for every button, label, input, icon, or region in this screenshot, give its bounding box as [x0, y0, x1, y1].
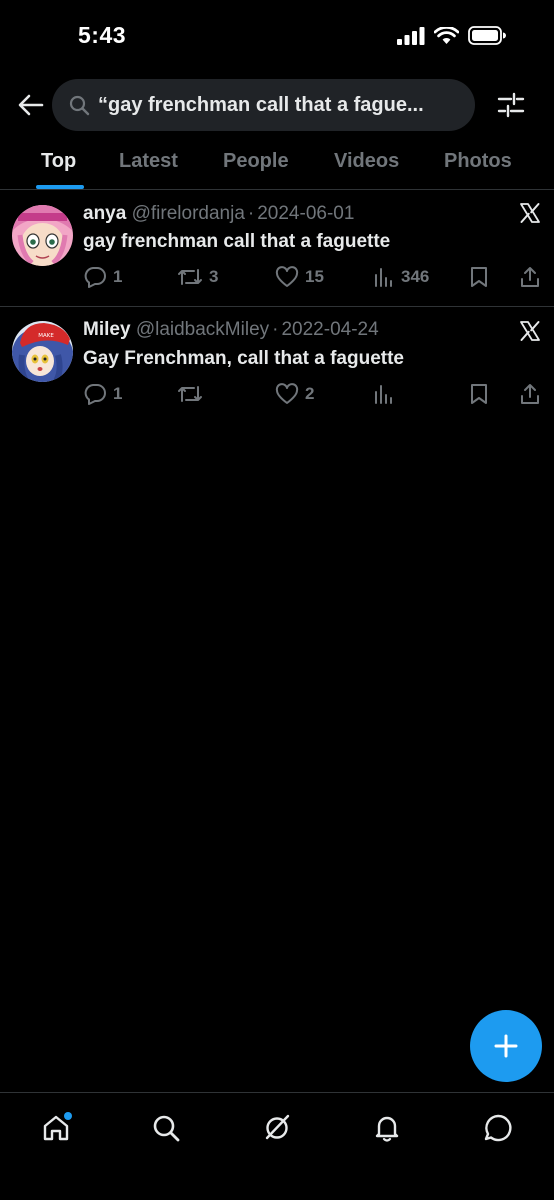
reply-button[interactable]: 1 [83, 383, 122, 405]
speech-bubble-icon [84, 384, 106, 405]
arrow-left-icon [18, 94, 44, 116]
battery-icon [468, 26, 506, 45]
tweet-item[interactable]: anya @firelordanja · 2024-06-01 gay french… [0, 191, 554, 307]
tab-people[interactable]: People [223, 150, 289, 173]
tweet-separator: · [272, 319, 279, 340]
compose-button[interactable] [470, 1010, 542, 1082]
reply-count: 1 [113, 384, 123, 403]
nav-home[interactable] [39, 1111, 73, 1145]
share-button[interactable] [519, 383, 541, 405]
nav-search[interactable] [149, 1111, 183, 1145]
speech-bubble-icon [84, 267, 106, 288]
message-icon [484, 1114, 512, 1142]
like-count: 2 [305, 384, 315, 403]
share-icon [521, 267, 539, 287]
tweet-date: 2024-06-01 [257, 203, 355, 224]
tweet-author-handle[interactable]: @firelordanja [132, 203, 245, 224]
avatar-anime-girl-image: MAKE [12, 321, 73, 382]
avatar-anime-girl-image [12, 205, 73, 266]
retweet-button[interactable]: 3 [177, 266, 218, 288]
search-input[interactable]: “gay frenchman call that a fague... [52, 79, 475, 131]
share-button[interactable] [519, 266, 541, 288]
tweet-author-name[interactable]: Miley [83, 319, 131, 340]
search-header: “gay frenchman call that a fague... [0, 78, 554, 132]
bottom-navigation [0, 1092, 554, 1200]
back-button[interactable] [16, 90, 46, 120]
views-button[interactable] [373, 383, 401, 405]
home-notification-dot [64, 1112, 72, 1120]
reply-button[interactable]: 1 [83, 266, 122, 288]
search-tabs: Top Latest People Videos Photos [0, 138, 554, 190]
tab-videos[interactable]: Videos [334, 150, 399, 173]
tab-photos[interactable]: Photos [444, 150, 512, 173]
status-bar: 5:43 [0, 0, 554, 72]
view-count: 346 [401, 267, 430, 286]
retweet-button[interactable] [177, 383, 209, 405]
heart-icon [275, 383, 299, 404]
retweet-icon [178, 269, 202, 285]
bell-icon [375, 1116, 399, 1142]
cellular-signal-icon [397, 26, 425, 45]
bookmark-icon [471, 267, 487, 287]
bar-chart-icon [375, 268, 392, 287]
search-filter-button[interactable] [496, 90, 526, 120]
avatar[interactable]: MAKE [12, 321, 73, 382]
active-tab-indicator [36, 185, 84, 189]
search-icon [69, 95, 90, 116]
tweet-actions: 1 3 15 346 [83, 266, 543, 292]
like-button[interactable]: 15 [275, 266, 324, 288]
tweet-header: anya @firelordanja · 2024-06-01 [83, 203, 354, 225]
bookmark-icon [471, 384, 487, 404]
sliders-icon [497, 92, 525, 118]
avatar[interactable] [12, 205, 73, 266]
tweet-date: 2022-04-24 [281, 319, 379, 340]
heart-icon [275, 266, 299, 287]
tweet-author-name[interactable]: anya [83, 203, 126, 224]
bookmark-button[interactable] [469, 266, 489, 288]
reply-count: 1 [113, 267, 123, 286]
views-button[interactable]: 346 [373, 266, 429, 288]
like-count: 15 [305, 267, 324, 286]
search-icon [153, 1115, 180, 1142]
tweet-separator: · [247, 203, 255, 224]
svg-text:MAKE: MAKE [38, 333, 54, 339]
tweet-item[interactable]: MAKE Miley @laidbackMiley · 2022-04-24 Gay… [0, 307, 554, 419]
wifi-icon [434, 26, 459, 44]
x-logo-icon [520, 203, 540, 223]
grok-icon [265, 1114, 290, 1140]
retweet-icon [178, 386, 202, 402]
tweet-author-handle[interactable]: @laidbackMiley [136, 319, 269, 340]
tweet-actions: 1 2 [83, 383, 543, 409]
search-query: “gay frenchman call that a fague... [98, 93, 424, 116]
bookmark-button[interactable] [469, 383, 489, 405]
like-button[interactable]: 2 [275, 383, 314, 405]
retweet-count: 3 [209, 267, 219, 286]
tab-top[interactable]: Top [41, 150, 76, 173]
tweet-text: Gay Frenchman, call that a faguette [83, 348, 404, 369]
nav-notifications[interactable] [370, 1111, 404, 1145]
share-icon [521, 384, 539, 404]
plus-icon [494, 1034, 518, 1058]
nav-grok[interactable] [260, 1111, 294, 1145]
tab-latest[interactable]: Latest [119, 150, 178, 173]
tweet-text: gay frenchman call that a faguette [83, 231, 391, 252]
bar-chart-icon [375, 385, 392, 404]
x-logo-icon [520, 321, 540, 341]
status-time: 5:43 [78, 22, 127, 48]
nav-messages[interactable] [481, 1111, 515, 1145]
tweet-header: Miley @laidbackMiley · 2022-04-24 [83, 319, 379, 341]
status-icons [397, 26, 506, 45]
